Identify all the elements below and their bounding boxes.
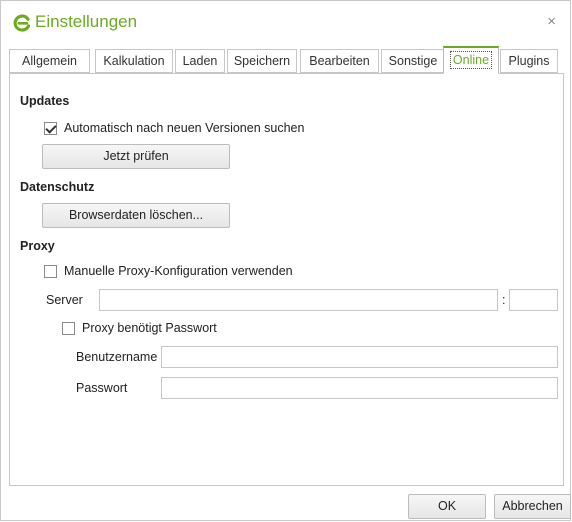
tab-sonstige[interactable]: Sonstige <box>381 49 445 73</box>
ok-button[interactable]: OK <box>408 494 486 519</box>
server-input[interactable] <box>99 289 498 311</box>
port-separator: : <box>502 293 506 307</box>
auto-update-label: Automatisch nach neuen Versionen suchen <box>64 121 305 135</box>
manual-proxy-checkbox[interactable] <box>44 264 57 278</box>
updates-heading: Updates <box>20 94 70 108</box>
tab-allgemein[interactable]: Allgemein <box>9 49 90 73</box>
online-settings-panel: Updates Automatisch nach neuen Versionen… <box>9 73 564 486</box>
proxy-password-label: Proxy benötigt Passwort <box>82 321 217 335</box>
username-label: Benutzername <box>76 350 158 364</box>
title-bar: Einstellungen × <box>1 1 570 45</box>
tab-online-label: Online <box>449 51 493 69</box>
auto-update-checkbox[interactable] <box>44 121 57 135</box>
proxy-heading: Proxy <box>20 239 55 253</box>
close-icon[interactable]: × <box>547 14 556 29</box>
tab-bearbeiten[interactable]: Bearbeiten <box>300 49 379 73</box>
tab-laden[interactable]: Laden <box>175 49 225 73</box>
server-label: Server <box>46 293 83 307</box>
clear-browser-data-button[interactable]: Browserdaten löschen... <box>42 203 230 228</box>
manual-proxy-checkbox-row[interactable]: Manuelle Proxy-Konfiguration verwenden <box>44 263 293 279</box>
password-label: Passwort <box>76 381 128 395</box>
tab-kalkulation[interactable]: Kalkulation <box>95 49 173 73</box>
tab-speichern[interactable]: Speichern <box>227 49 297 73</box>
password-input[interactable] <box>161 377 558 399</box>
proxy-password-checkbox-row[interactable]: Proxy benötigt Passwort <box>62 320 217 336</box>
dialog-title: Einstellungen <box>35 12 138 31</box>
privacy-heading: Datenschutz <box>20 180 95 194</box>
check-now-button[interactable]: Jetzt prüfen <box>42 144 230 169</box>
proxy-password-checkbox[interactable] <box>62 321 75 335</box>
manual-proxy-label: Manuelle Proxy-Konfiguration verwenden <box>64 264 293 278</box>
auto-update-checkbox-row[interactable]: Automatisch nach neuen Versionen suchen <box>44 120 304 136</box>
cancel-button[interactable]: Abbrechen <box>494 494 571 519</box>
username-input[interactable] <box>161 346 558 368</box>
port-input[interactable] <box>509 289 558 311</box>
app-logo-icon <box>13 14 31 32</box>
tab-online[interactable]: Online <box>443 46 499 74</box>
settings-dialog: Einstellungen × Allgemein Kalkulation La… <box>0 0 571 521</box>
tab-plugins[interactable]: Plugins <box>500 49 558 73</box>
